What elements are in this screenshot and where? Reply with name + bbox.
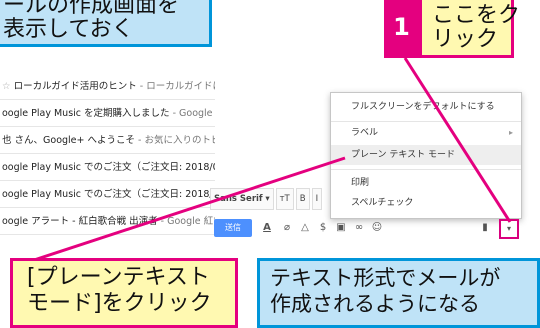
menu-item-label-text: ラベル: [351, 128, 379, 138]
trash-icon[interactable]: ▮: [478, 221, 492, 235]
callout-click-plaintext: [プレーンテキスト モード]をクリック: [10, 258, 238, 328]
format-toolbar: Sans Serif ▾ тT B I: [210, 188, 330, 210]
italic-button[interactable]: I: [311, 188, 323, 210]
list-item-subject: oogle Play Music でのご注文（ご注文日: 2018/01/11）: [2, 189, 215, 200]
list-item[interactable]: oogle Play Music を定期購入しました - Google Play…: [0, 100, 215, 127]
star-icon[interactable]: ☆: [2, 81, 11, 92]
callout-text-line: 表示しておく: [3, 17, 134, 42]
menu-item-fullscreen-default[interactable]: フルスクリーンをデフォルトにする: [331, 97, 521, 117]
font-size-button[interactable]: тT: [275, 188, 294, 210]
list-item[interactable]: oogle Play Music でのご注文（ご注文日: 2018/01/11）…: [0, 181, 215, 208]
drive-icon[interactable]: △: [298, 221, 312, 235]
list-item[interactable]: oogle Play Music でのご注文（ご注文日: 2018/01/11）…: [0, 154, 215, 181]
list-item[interactable]: ☆ ローカルガイド活用のヒント - ローカルガイドにご参: [0, 73, 215, 100]
list-item-snippet: - Google 紅白歌合: [160, 216, 215, 227]
menu-divider: [331, 121, 521, 122]
menu-item-label[interactable]: ラベル ▸: [331, 123, 521, 143]
menu-item-spellcheck[interactable]: スペルチェック: [331, 193, 521, 213]
callout-result: テキスト形式でメールが 作成されるようになる: [257, 258, 540, 328]
chevron-right-icon: ▸: [508, 128, 513, 137]
list-item-snippet: - お気に入りのトピック: [138, 135, 215, 146]
callout-text-line: 作成されるようになる: [270, 292, 480, 316]
list-item-snippet: - Google Play Go: [172, 108, 215, 119]
callout-text-line: テキスト形式でメールが: [270, 266, 501, 290]
menu-item-print[interactable]: 印刷: [331, 173, 521, 193]
menu-divider: [331, 169, 521, 170]
callout-text-line: モード]をクリック: [27, 291, 212, 316]
callout-text-line: [プレーンテキスト: [27, 265, 210, 290]
send-button[interactable]: 送信: [214, 219, 252, 237]
list-item[interactable]: oogle アラート - 紅白歌合戦 出演者 - Google 紅白歌合: [0, 208, 215, 235]
link-icon[interactable]: ∞: [352, 221, 366, 235]
list-item-subject: 也 さん、Google+ へようこそ: [2, 135, 136, 146]
callout-text-line: リック: [432, 27, 499, 52]
callout-text-line: ここをク: [432, 3, 521, 28]
emoji-icon[interactable]: ☺: [370, 221, 384, 235]
more-options-button[interactable]: ▾: [499, 219, 519, 239]
list-item-subject: oogle Play Music を定期購入しました: [2, 108, 170, 119]
compose-bottom-toolbar: 送信 A ⌀ △ $ ▣ ∞ ☺ ▮: [212, 217, 532, 241]
callout-instruction: ールの作成画面を 表示しておく: [0, 0, 212, 47]
menu-item-plain-text-mode[interactable]: プレーン テキスト モード: [331, 145, 521, 165]
attach-icon[interactable]: ⌀: [280, 221, 294, 235]
photo-icon[interactable]: ▣: [334, 221, 348, 235]
list-item[interactable]: 也 さん、Google+ へようこそ - お気に入りのトピック: [0, 127, 215, 154]
list-item-subject: ローカルガイド活用のヒント: [13, 81, 137, 92]
bold-button[interactable]: B: [295, 188, 310, 210]
money-icon[interactable]: $: [316, 221, 330, 235]
step-callout: ここをク リック: [419, 0, 520, 58]
font-select[interactable]: Sans Serif ▾: [210, 188, 274, 210]
text-format-icon[interactable]: A: [260, 221, 274, 235]
more-options-menu: フルスクリーンをデフォルトにする ラベル ▸ プレーン テキスト モード 印刷 …: [330, 92, 522, 219]
list-item-subject: oogle アラート - 紅白歌合戦 出演者: [2, 216, 158, 227]
list-item-subject: oogle Play Music でのご注文（ご注文日: 2018/01/11）: [2, 162, 215, 173]
list-item-snippet: - ローカルガイドにご参: [139, 81, 215, 92]
step-number-badge: 1: [384, 0, 419, 58]
